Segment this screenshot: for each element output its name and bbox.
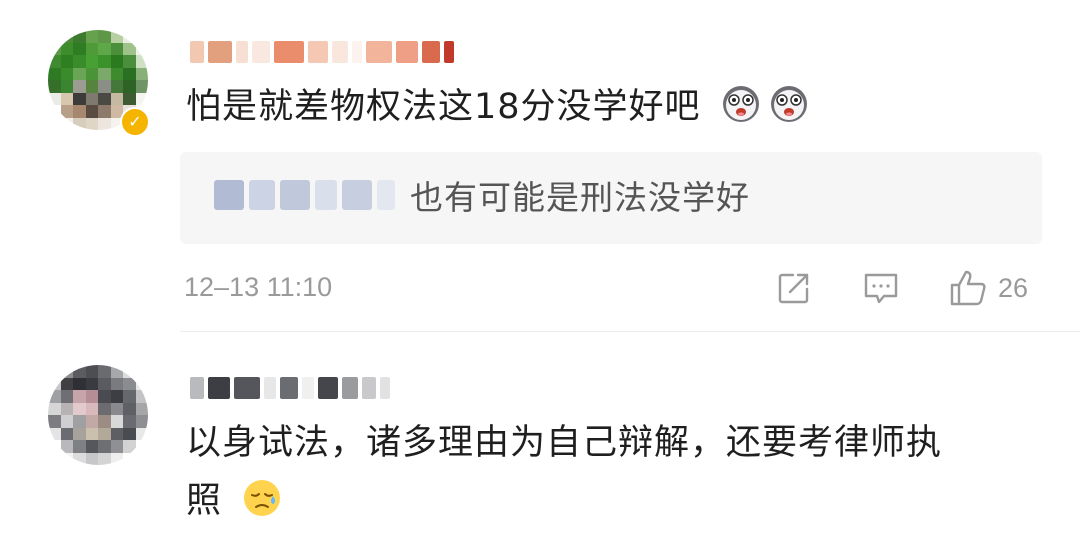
avatar[interactable]: [48, 365, 148, 465]
like-button[interactable]: 26: [948, 268, 1028, 308]
share-button[interactable]: [776, 268, 812, 308]
comment-icon: [864, 273, 898, 304]
comment-timestamp: 12–13 11:10: [184, 272, 333, 302]
reply-text: 也有可能是刑法没学好: [410, 178, 750, 217]
comment-text: 以身试法，诸多理由为自己辩解，还要考律师执 照: [186, 414, 942, 530]
comment-text-content: 照: [186, 481, 223, 521]
comment-text-content: 怕是就差物权法这18分没学好吧: [186, 87, 701, 127]
reply-username-blurred[interactable]: [214, 180, 395, 210]
username-blurred[interactable]: [190, 374, 390, 402]
comment-text: 怕是就差物权法这18分没学好吧: [186, 78, 809, 136]
sweat-emoji-icon: [244, 480, 281, 516]
shocked-emoji-icon: [770, 86, 807, 122]
reply-preview[interactable]: 也有可能是刑法没学好: [180, 152, 1042, 244]
verified-badge-icon: ✓: [120, 107, 150, 137]
comment-text-line: 照: [186, 472, 942, 530]
comment-item: ✓ 怕是就差物权法这18分没学好吧 也有可能是刑法没学好 12–13 11:10…: [0, 0, 1080, 332]
comment-text-line: 以身试法，诸多理由为自己辩解，还要考律师执: [186, 423, 943, 463]
like-count: 26: [998, 272, 1029, 303]
comment-item: 以身试法，诸多理由为自己辩解，还要考律师执 照: [0, 332, 1080, 538]
username-blurred[interactable]: [190, 38, 454, 66]
share-icon: [778, 273, 809, 304]
shocked-emoji-icon: [722, 86, 759, 122]
thumbs-up-icon: [950, 270, 986, 306]
comment-button[interactable]: [862, 268, 900, 308]
